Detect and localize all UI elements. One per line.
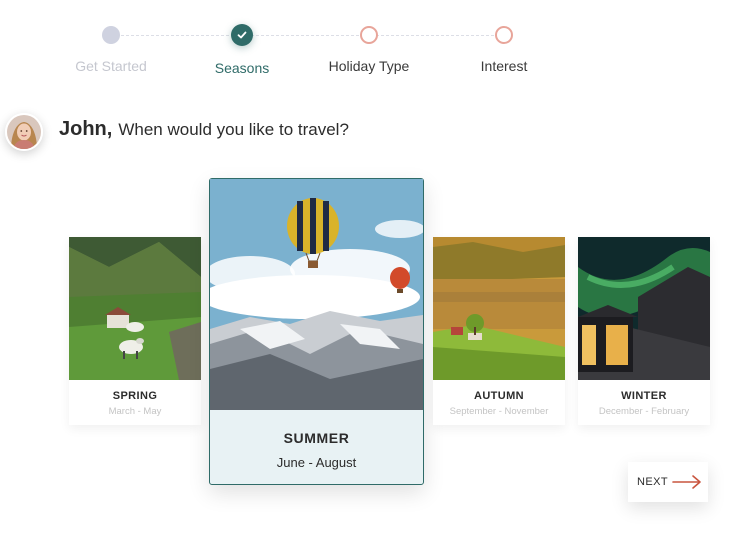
step-label: Get Started [75, 58, 147, 74]
step-label: Seasons [214, 60, 270, 76]
summer-photo [210, 179, 423, 410]
question-text: When would you like to travel? [118, 120, 349, 139]
season-title: WINTER [621, 390, 667, 402]
step-done-dot [102, 26, 120, 44]
season-title: SUMMER [283, 430, 350, 446]
step-interest[interactable]: Interest [434, 24, 574, 74]
progress-stepper: Get Started Seasons Holiday Type Interes… [0, 24, 752, 94]
step-get-started[interactable]: Get Started [41, 24, 181, 74]
check-icon [231, 24, 253, 46]
season-range: September - November [449, 406, 549, 417]
user-avatar [5, 113, 43, 151]
step-pending-dot [360, 26, 378, 44]
autumn-photo [433, 237, 565, 380]
step-seasons[interactable]: Seasons [172, 24, 312, 76]
next-label: NEXT [637, 476, 668, 488]
user-name: John, [59, 118, 113, 140]
spring-photo [69, 237, 201, 380]
step-label: Interest [480, 58, 528, 74]
question-heading: John, When would you like to travel? [59, 118, 349, 141]
winter-photo [578, 237, 710, 380]
season-range: March - May [108, 406, 162, 417]
step-holiday-type[interactable]: Holiday Type [299, 24, 439, 74]
season-range: December - February [598, 406, 690, 417]
season-title: SPRING [112, 390, 158, 402]
step-pending-dot [495, 26, 513, 44]
arrow-right-icon [672, 474, 702, 495]
step-label: Holiday Type [328, 58, 410, 74]
season-title: AUTUMN [473, 390, 525, 402]
next-button[interactable]: NEXT [628, 462, 708, 502]
season-range: June - August [276, 455, 357, 470]
season-card-winter[interactable]: WINTER December - February [578, 237, 710, 425]
season-card-autumn[interactable]: AUTUMN September - November [433, 237, 565, 425]
season-card-summer[interactable]: SUMMER June - August [209, 178, 424, 485]
season-card-spring[interactable]: SPRING March - May [69, 237, 201, 425]
